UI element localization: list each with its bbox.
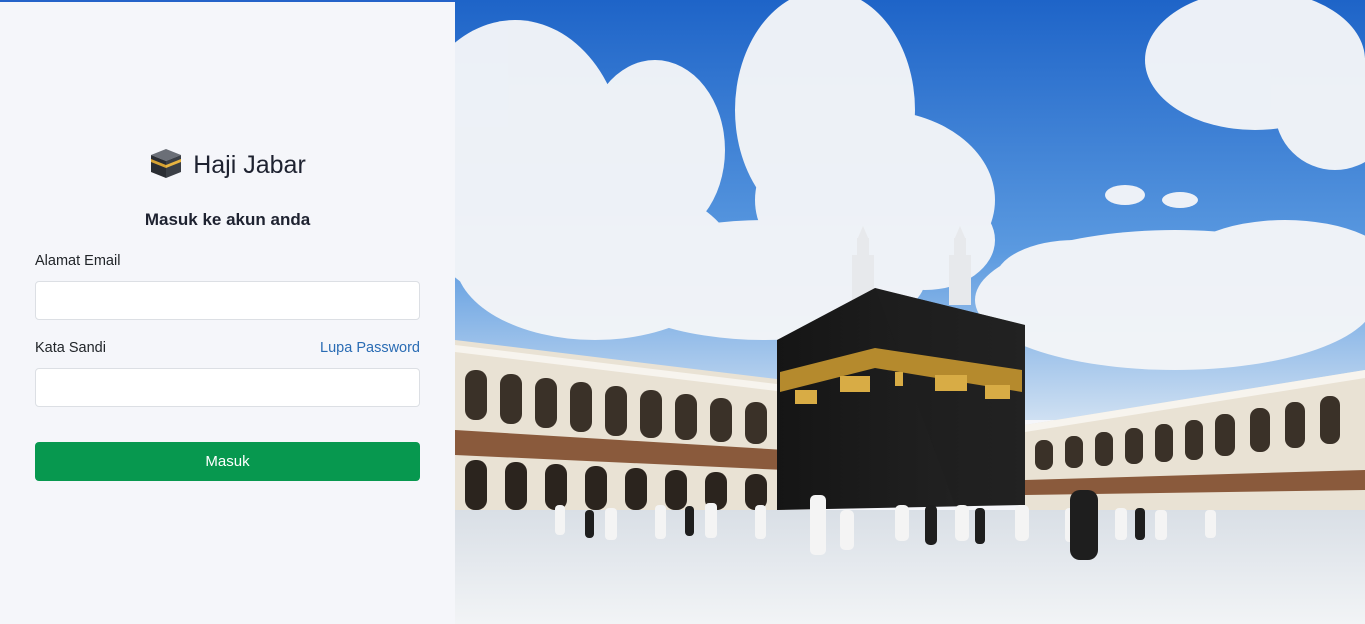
top-accent-bar: [0, 0, 455, 2]
password-label: Kata Sandi: [35, 340, 106, 356]
hero-image: [455, 0, 1365, 624]
login-panel: Haji Jabar Masuk ke akun anda Alamat Ema…: [0, 0, 455, 624]
kaaba-photo-illustration: [455, 0, 1365, 624]
login-button[interactable]: Masuk: [35, 442, 420, 481]
forgot-password-link[interactable]: Lupa Password: [320, 340, 420, 356]
password-field[interactable]: [35, 368, 420, 407]
kaaba-icon: [149, 146, 183, 185]
email-field[interactable]: [35, 281, 420, 320]
brand-title: Haji Jabar: [193, 150, 306, 179]
login-subtitle: Masuk ke akun anda: [144, 210, 311, 229]
brand-header: Haji Jabar: [0, 146, 455, 184]
email-label: Alamat Email: [35, 253, 121, 269]
